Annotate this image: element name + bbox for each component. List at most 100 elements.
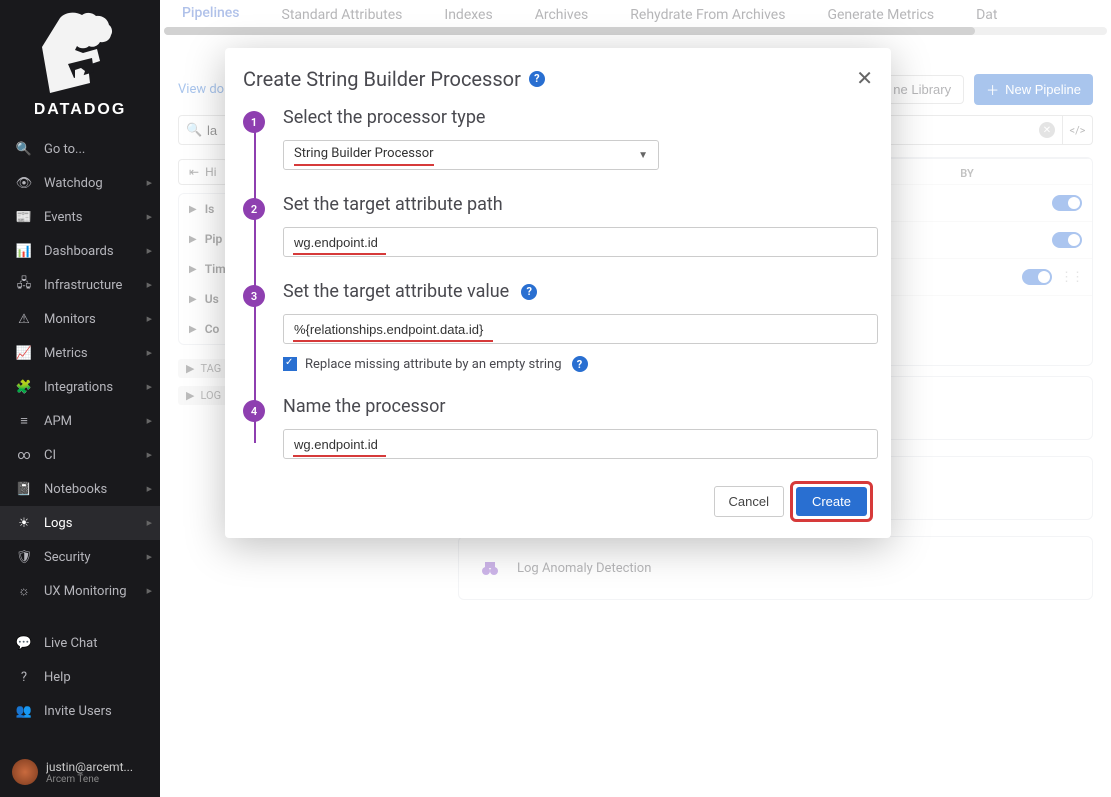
new-pipeline-button[interactable]: ＋New Pipeline	[974, 74, 1093, 105]
create-button[interactable]: Create	[796, 487, 867, 516]
user-name: Arcem Tene	[46, 774, 133, 785]
drag-handle-icon[interactable]: ⋮⋮	[1060, 270, 1082, 285]
cancel-button[interactable]: Cancel	[714, 486, 784, 517]
help-icon[interactable]: ?	[529, 71, 545, 87]
step-heading: Set the target attribute path	[283, 194, 878, 215]
enable-toggle[interactable]	[1052, 195, 1082, 211]
close-button[interactable]: ✕	[856, 66, 873, 91]
notebook-icon: 📓	[14, 481, 34, 497]
chevron-right-icon: ▶	[147, 349, 152, 357]
nav-logs[interactable]: ☀Logs▶	[0, 506, 160, 540]
clear-icon[interactable]: ✕	[1039, 122, 1055, 138]
checkbox-label: Replace missing attribute by an empty st…	[305, 357, 562, 372]
chevron-right-icon: ▶	[189, 264, 197, 275]
chevron-right-icon: ▶	[186, 389, 194, 402]
processor-type-select[interactable]: String Builder Processor ▼	[283, 140, 659, 170]
shield-icon: 🛡	[14, 549, 34, 565]
tag-pill[interactable]: ▶TAG	[178, 359, 229, 378]
pipeline-library-button[interactable]: ne Library	[880, 75, 964, 104]
search-icon: 🔍	[14, 141, 34, 157]
nav-monitors[interactable]: ⚠Monitors▶	[0, 302, 160, 336]
nav-ci[interactable]: ∞CI▶	[0, 438, 160, 472]
step-number: 1	[243, 111, 265, 133]
step-1: 1 Select the processor type String Build…	[243, 107, 873, 170]
underline-highlight	[293, 455, 386, 457]
step-3: 3 Set the target attribute value? Replac…	[243, 281, 873, 372]
step-2: 2 Set the target attribute path	[243, 194, 873, 257]
help-icon[interactable]: ?	[572, 356, 588, 372]
sidebar: DATADOG 🔍Go to... 👁Watchdog▶ 📰Events▶ 📊D…	[0, 0, 160, 797]
nav-apm[interactable]: ≡APM▶	[0, 404, 160, 438]
chevron-right-icon: ▶	[186, 362, 194, 375]
help-icon: ?	[14, 669, 34, 685]
chevron-right-icon: ▶	[147, 315, 152, 323]
step-heading: Name the processor	[283, 396, 878, 417]
view-docs-link[interactable]: View do	[178, 82, 224, 97]
highlight-frame: Create	[790, 481, 873, 522]
user-menu[interactable]: justin@arcemt... Arcem Tene	[0, 751, 160, 797]
code-toggle[interactable]: </>	[1063, 115, 1093, 145]
chevron-right-icon: ▶	[147, 383, 152, 391]
nav-help[interactable]: ?Help	[0, 660, 160, 694]
collapse-icon: ⇤	[189, 165, 199, 179]
tab-generate-metrics[interactable]: Generate Metrics	[827, 7, 934, 29]
chevron-right-icon: ▶	[147, 587, 152, 595]
enable-toggle[interactable]	[1022, 269, 1052, 285]
nav-watchdog[interactable]: 👁Watchdog▶	[0, 166, 160, 200]
step-heading: Set the target attribute value?	[283, 281, 878, 302]
tab-data-truncated[interactable]: Dat	[976, 7, 997, 29]
nav-security[interactable]: 🛡Security▶	[0, 540, 160, 574]
create-processor-modal: Create String Builder Processor ? ✕ 1 Se…	[225, 48, 891, 538]
chevron-down-icon: ▼	[638, 150, 648, 161]
search-icon: 🔍	[186, 123, 202, 138]
chart-icon: 📊	[14, 243, 34, 259]
chevron-right-icon: ▶	[189, 324, 197, 335]
step-4: 4 Name the processor	[243, 396, 873, 459]
step-number: 4	[243, 400, 265, 422]
avatar	[12, 759, 38, 785]
tab-indexes[interactable]: Indexes	[444, 7, 492, 29]
alert-icon: ⚠	[14, 311, 34, 327]
nav-live-chat[interactable]: 💬Live Chat	[0, 626, 160, 660]
tab-archives[interactable]: Archives	[535, 7, 589, 29]
ci-icon: ∞	[14, 447, 34, 463]
brand-logo: DATADOG	[0, 0, 160, 132]
nav-ux[interactable]: ☼UX Monitoring▶	[0, 574, 160, 608]
tab-pipelines[interactable]: Pipelines	[182, 5, 240, 29]
tab-standard-attributes[interactable]: Standard Attributes	[282, 7, 403, 29]
chevron-right-icon: ▶	[147, 417, 152, 425]
nav-notebooks[interactable]: 📓Notebooks▶	[0, 472, 160, 506]
datadog-logo-icon: DATADOG	[35, 10, 125, 116]
underline-highlight	[293, 253, 386, 255]
chevron-right-icon: ▶	[147, 247, 152, 255]
nav-infrastructure[interactable]: 🖧Infrastructure▶	[0, 268, 160, 302]
nav-metrics[interactable]: 📈Metrics▶	[0, 336, 160, 370]
nav-invite[interactable]: 👥Invite Users	[0, 694, 160, 728]
hide-controls-button[interactable]: ⇤ Hi	[178, 159, 228, 185]
help-icon[interactable]: ?	[521, 284, 537, 300]
server-icon: 🖧	[14, 277, 34, 293]
nav-goto[interactable]: 🔍Go to...	[0, 132, 160, 166]
log-anomaly-label: Log Anomaly Detection	[517, 561, 651, 576]
modal-title: Create String Builder Processor	[243, 67, 521, 91]
log-anomaly-block[interactable]: Log Anomaly Detection	[458, 536, 1093, 600]
apm-icon: ≡	[14, 413, 34, 429]
scroll-track[interactable]	[164, 27, 1107, 35]
tag-pill[interactable]: ▶LOG	[178, 386, 229, 405]
underline-highlight	[293, 340, 493, 342]
ux-icon: ☼	[14, 583, 34, 599]
plus-icon: ＋	[986, 80, 999, 99]
nav-events[interactable]: 📰Events▶	[0, 200, 160, 234]
step-number: 2	[243, 198, 265, 220]
replace-missing-checkbox[interactable]	[283, 357, 297, 371]
binoculars-icon: 👁	[14, 175, 34, 191]
tab-rehydrate[interactable]: Rehydrate From Archives	[630, 7, 785, 29]
binoculars-icon	[479, 557, 501, 579]
nav-integrations[interactable]: 🧩Integrations▶	[0, 370, 160, 404]
chat-icon: 💬	[14, 635, 34, 651]
enable-toggle[interactable]	[1052, 232, 1082, 248]
calendar-icon: 📰	[14, 209, 34, 225]
nav-dashboards[interactable]: 📊Dashboards▶	[0, 234, 160, 268]
chevron-right-icon: ▶	[189, 234, 197, 245]
chevron-right-icon: ▶	[189, 204, 197, 215]
